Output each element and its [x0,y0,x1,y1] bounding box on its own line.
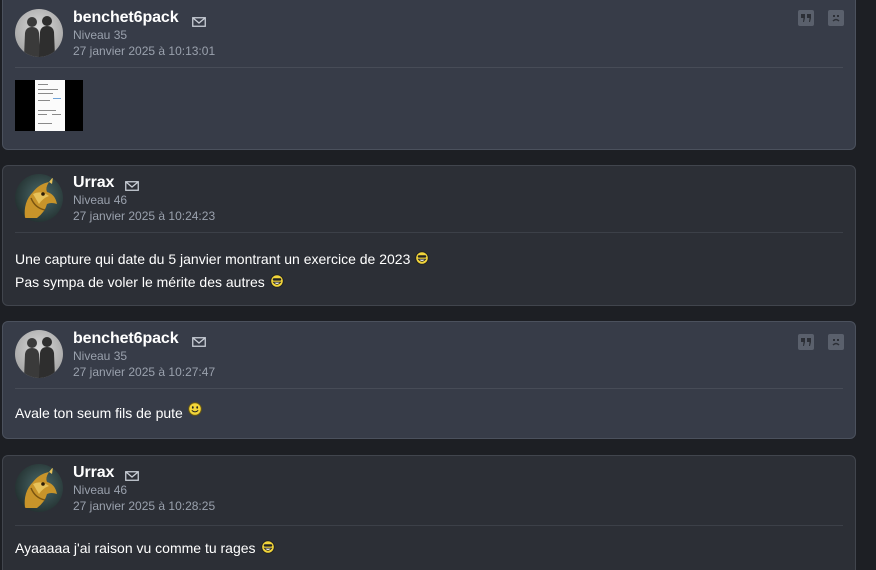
report-icon[interactable] [828,10,844,26]
screenshot-preview [35,80,65,131]
author-name[interactable]: Urrax [73,464,114,482]
user-level: Niveau 35 [73,28,128,42]
quote-icon[interactable] [798,334,814,350]
forum-post: benchet6pack Niveau 35 27 janvier 2025 à… [2,321,856,439]
user-level: Niveau 35 [73,349,128,363]
separator [15,525,843,526]
message-line: Pas sympa de voler le mérite des autres [15,271,429,294]
image-thumbnail[interactable] [15,80,83,131]
post-date[interactable]: 27 janvier 2025 à 10:28:25 [73,499,215,513]
mail-icon[interactable] [125,178,139,191]
rire-smiley [260,540,275,554]
avatar[interactable] [15,9,63,57]
quote-icon[interactable] [798,10,814,26]
message-feed: benchet6pack Niveau 35 27 janvier 2025 à… [0,0,876,570]
message-line: Avale ton seum fils de pute [15,402,202,425]
author-name[interactable]: Urrax [73,174,114,192]
separator [15,388,843,389]
avatar[interactable] [15,330,63,378]
post-content: Une capture qui date du 5 janvier montra… [15,248,430,294]
silhouette-avatar [15,9,63,57]
separator [15,232,843,233]
mail-icon[interactable] [192,334,206,347]
avatar[interactable] [15,174,63,222]
forum-post: Urrax Niveau 46 27 janvier 2025 à 10:24:… [2,165,856,306]
post-actions [798,334,844,350]
dragon-avatar [15,464,63,512]
post-content: Ayaaaaa j'ai raison vu comme tu rages [15,537,275,560]
message-line: Une capture qui date du 5 janvier montra… [15,248,430,271]
post-content: Avale ton seum fils de pute [15,402,202,425]
forum-post: benchet6pack Niveau 35 27 janvier 2025 à… [2,0,856,150]
forum-post: Urrax Niveau 46 27 janvier 2025 à 10:28:… [2,455,856,570]
author-name[interactable]: benchet6pack [73,330,179,348]
post-actions [798,10,844,26]
report-icon[interactable] [828,334,844,350]
author-name[interactable]: benchet6pack [73,9,179,27]
silhouette-avatar [15,330,63,378]
sourire-smiley [188,402,202,416]
user-level: Niveau 46 [73,193,128,207]
mail-icon[interactable] [192,14,206,27]
separator [15,67,843,68]
dragon-avatar [15,174,63,222]
post-date[interactable]: 27 janvier 2025 à 10:13:01 [73,44,215,58]
rire-smiley [415,251,430,265]
mail-icon[interactable] [125,468,139,481]
avatar[interactable] [15,464,63,512]
post-date[interactable]: 27 janvier 2025 à 10:27:47 [73,365,215,379]
user-level: Niveau 46 [73,483,128,497]
post-date[interactable]: 27 janvier 2025 à 10:24:23 [73,209,215,223]
message-line: Ayaaaaa j'ai raison vu comme tu rages [15,537,275,560]
rire-smiley [269,274,284,288]
